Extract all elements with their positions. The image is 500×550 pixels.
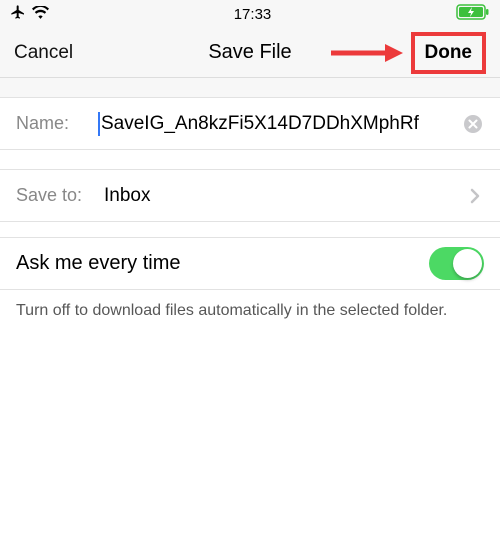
save-to-label: Save to: [16, 185, 92, 206]
nav-bar: Cancel Save File Done [0, 28, 500, 78]
name-input[interactable]: SaveIG_An8kzFi5X14D7DDhXMphRf [98, 112, 450, 136]
disclosure-indicator [466, 182, 484, 210]
section-gap [0, 78, 500, 98]
page-title: Save File [208, 41, 291, 64]
status-time: 17:33 [234, 6, 272, 23]
done-button[interactable]: Done [411, 32, 487, 74]
ask-every-time-row: Ask me every time [0, 238, 500, 290]
name-row[interactable]: Name: SaveIG_An8kzFi5X14D7DDhXMphRf [0, 98, 500, 150]
clear-text-button[interactable] [462, 113, 484, 135]
row-spacer [0, 150, 500, 170]
name-label: Name: [16, 113, 86, 134]
name-value-text: SaveIG_An8kzFi5X14D7DDhXMphRf [98, 112, 419, 136]
wifi-icon [32, 6, 49, 23]
footer-helper-text: Turn off to download files automatically… [0, 290, 500, 332]
status-right [456, 4, 490, 24]
status-bar: 17:33 [0, 0, 500, 28]
save-to-row[interactable]: Save to: Inbox [0, 170, 500, 222]
chevron-right-icon [470, 188, 480, 204]
switch-knob [453, 249, 482, 278]
save-to-value: Inbox [104, 185, 454, 207]
clear-icon [463, 114, 483, 134]
status-left [10, 4, 49, 24]
cancel-button[interactable]: Cancel [14, 42, 73, 64]
row-spacer [0, 222, 500, 238]
battery-charging-icon [456, 4, 490, 24]
arrow-annotation-icon [331, 43, 403, 63]
airplane-mode-icon [10, 4, 26, 24]
ask-every-time-toggle[interactable] [429, 247, 484, 280]
ask-every-time-label: Ask me every time [16, 252, 417, 275]
